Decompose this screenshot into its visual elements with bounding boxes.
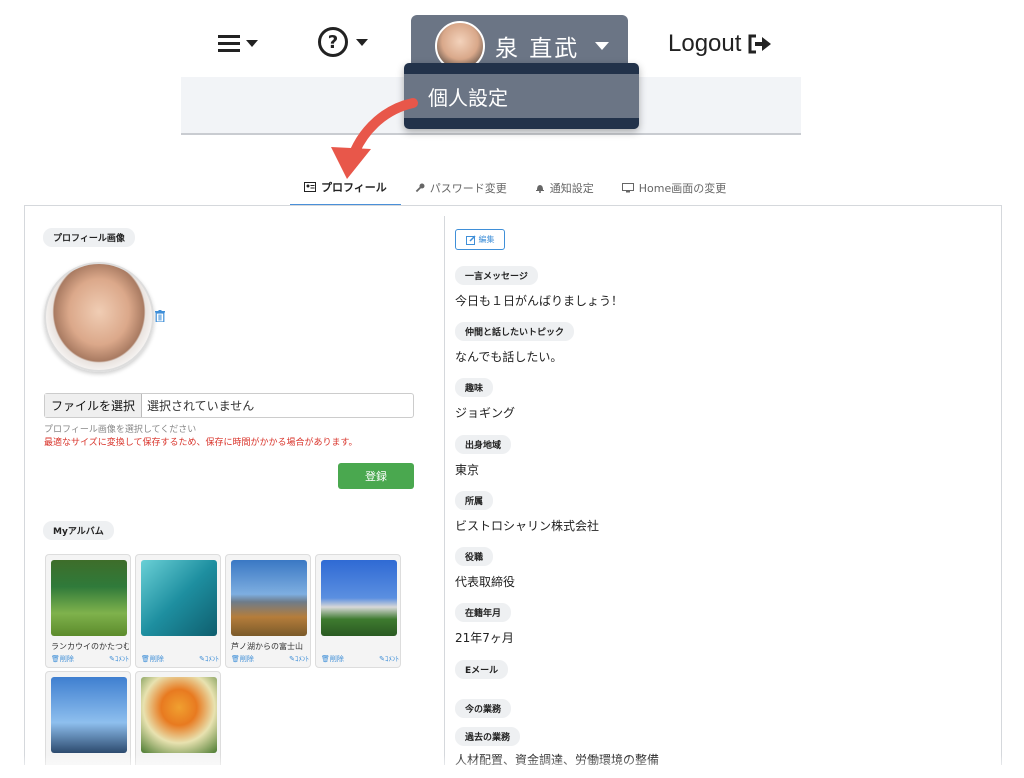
chevron-down-icon: [356, 38, 368, 46]
photo-caption: 芦ノ湖からの富士山: [231, 642, 303, 651]
comment-button[interactable]: ✎ｺﾒﾝﾄ: [289, 654, 309, 664]
delete-button[interactable]: 🗑削除: [51, 654, 74, 664]
field-value: ジョギング: [455, 406, 516, 420]
resize-warning: 最適なサイズに変換して保存するため、保存に時間がかかる場合があります。: [44, 438, 358, 448]
tab-profile[interactable]: プロフィール: [290, 170, 401, 206]
key-icon: [415, 183, 425, 193]
photo-caption: ランカウイのかたつむり: [51, 642, 129, 651]
edit-button[interactable]: 編集: [455, 229, 505, 250]
comment-button[interactable]: ✎ｺﾒﾝﾄ: [379, 654, 399, 664]
field-value: ビストロシャリン株式会社: [455, 519, 600, 533]
profile-image-file-input[interactable]: ファイルを選択 選択されていません: [44, 393, 414, 418]
comment-button[interactable]: ✎ｺﾒﾝﾄ: [109, 654, 129, 664]
profile-panel: プロフィール画像 ファイルを選択 選択されていません プロフィール画像を選択して…: [24, 205, 1002, 765]
album-photo-card: [45, 671, 131, 765]
help-menu-button[interactable]: ?: [318, 26, 368, 58]
logout-label: Logout: [668, 30, 742, 57]
sign-out-icon: [748, 34, 772, 54]
field-value: なんでも話したい。: [455, 350, 563, 364]
file-status: 選択されていません: [147, 399, 255, 413]
profile-avatar: [44, 262, 154, 372]
field-value: 今日も１日がんばりましょう！: [455, 294, 624, 308]
album-photo-card: ランカウイのかたつむり 🗑削除 ✎ｺﾒﾝﾄ: [45, 554, 131, 668]
field-value: 東京: [455, 463, 480, 477]
chevron-down-icon: [595, 42, 610, 50]
album-label: Myアルバム: [43, 521, 114, 540]
logout-button[interactable]: Logout: [668, 30, 773, 58]
tab-label: プロフィール: [321, 181, 387, 194]
field-label: 今の業務: [455, 699, 512, 718]
file-hint: プロフィール画像を選択してください: [44, 425, 197, 435]
edit-label: 編集: [478, 235, 495, 244]
delete-button[interactable]: 🗑削除: [321, 654, 344, 664]
field-label: Eメール: [455, 660, 509, 679]
choose-file-button[interactable]: ファイルを選択: [45, 394, 143, 417]
bottom-fade: [0, 755, 1024, 778]
album-photo[interactable]: [321, 560, 397, 636]
profile-details: 編集 一言メッセージ 今日も１日がんばりましょう！ 仲間と話したいトピック なん…: [455, 206, 995, 765]
tab-notifications[interactable]: 通知設定: [521, 170, 608, 206]
field-label: 在籍年月: [455, 603, 512, 622]
field-label: 一言メッセージ: [455, 266, 538, 285]
hamburger-icon: [218, 35, 240, 52]
field-label: 趣味: [455, 378, 494, 397]
column-divider: [444, 216, 445, 765]
tab-label: パスワード変更: [429, 182, 507, 195]
edit-icon: [465, 234, 476, 245]
field-value: 代表取締役: [455, 575, 516, 589]
tab-label: Home画面の変更: [638, 182, 727, 195]
comment-button[interactable]: ✎ｺﾒﾝﾄ: [199, 654, 219, 664]
chevron-down-icon: [246, 39, 258, 47]
tab-password[interactable]: パスワード変更: [401, 170, 521, 206]
album-photo-card: [135, 671, 221, 765]
menu-item-personal-settings[interactable]: 個人設定: [404, 74, 639, 118]
album-photo[interactable]: [51, 560, 127, 636]
profile-image-section: プロフィール画像 ファイルを選択 選択されていません プロフィール画像を選択して…: [25, 206, 444, 765]
bell-icon: [535, 185, 544, 193]
field-label: 出身地域: [455, 435, 512, 454]
delete-button[interactable]: 🗑削除: [231, 654, 254, 664]
profile-image-label: プロフィール画像: [43, 228, 135, 247]
field-label: 所属: [455, 491, 494, 510]
tab-label: 通知設定: [549, 182, 594, 195]
album-photo[interactable]: [141, 677, 217, 753]
tab-home-screen[interactable]: Home画面の変更: [608, 170, 740, 206]
field-value: 21年7ヶ月: [455, 631, 514, 645]
field-label: 過去の業務: [455, 727, 521, 746]
trash-icon[interactable]: [155, 310, 165, 325]
question-circle-icon: ?: [318, 27, 348, 57]
album-photo[interactable]: [141, 560, 217, 636]
settings-tabs: プロフィール パスワード変更 通知設定 Home画面の変更: [290, 170, 740, 206]
delete-button[interactable]: 🗑削除: [141, 654, 164, 664]
main-menu-button[interactable]: [218, 28, 258, 58]
register-button[interactable]: 登録: [338, 463, 414, 489]
field-label: 仲間と話したいトピック: [455, 322, 575, 341]
album-photo-card: 🗑削除 ✎ｺﾒﾝﾄ: [315, 554, 401, 668]
album-photo-card: 芦ノ湖からの富士山 🗑削除 ✎ｺﾒﾝﾄ: [225, 554, 311, 668]
id-card-icon: [304, 182, 316, 192]
monitor-icon: [621, 183, 634, 193]
user-name: 泉 直武: [495, 36, 580, 62]
album-photo[interactable]: [231, 560, 307, 636]
field-label: 役職: [455, 547, 494, 566]
album-photo-card: 🗑削除 ✎ｺﾒﾝﾄ: [135, 554, 221, 668]
user-dropdown-menu: 個人設定: [404, 63, 639, 129]
album-photo[interactable]: [51, 677, 127, 753]
